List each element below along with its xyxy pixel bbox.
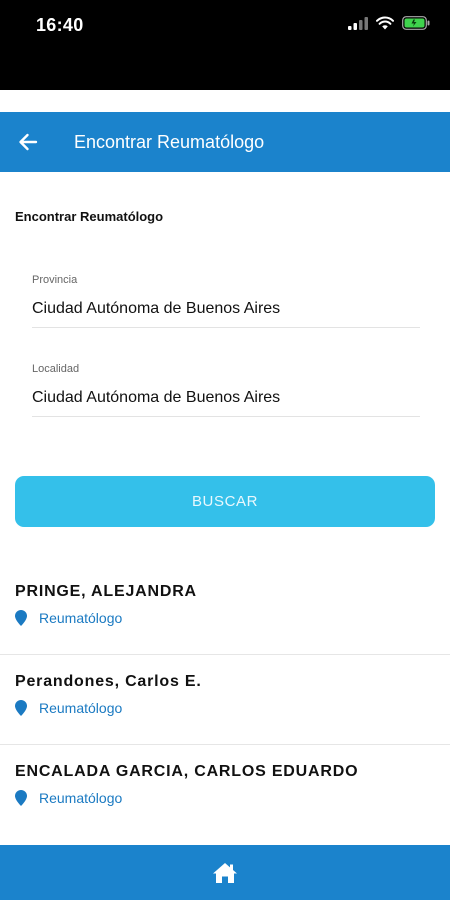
doctor-name: PRINGE, ALEJANDRA xyxy=(15,583,197,600)
localidad-value[interactable]: Ciudad Autónoma de Buenos Aires xyxy=(32,389,420,416)
location-pin-icon xyxy=(15,790,27,806)
home-icon xyxy=(213,862,237,883)
doctor-specialty-row: Reumatólogo xyxy=(15,700,450,716)
results-list: PRINGE, ALEJANDRA Reumatólogo Perandones… xyxy=(0,565,450,835)
status-bar: 16:40 xyxy=(0,0,450,90)
wifi-icon xyxy=(376,16,394,30)
battery-icon xyxy=(402,16,430,30)
home-button[interactable] xyxy=(195,848,255,898)
localidad-field[interactable]: Localidad Ciudad Autónoma de Buenos Aire… xyxy=(32,363,420,417)
doctor-name: Perandones, Carlos E. xyxy=(15,673,202,690)
list-item[interactable]: ENCALADA GARCIA, CARLOS EDUARDO Reumatól… xyxy=(0,745,450,835)
provincia-label: Provincia xyxy=(32,274,78,286)
section-title: Encontrar Reumatólogo xyxy=(15,209,164,224)
provincia-value[interactable]: Ciudad Autónoma de Buenos Aires xyxy=(32,300,420,327)
status-icons xyxy=(348,16,430,30)
page-title: Encontrar Reumatólogo xyxy=(74,131,265,152)
list-item[interactable]: Perandones, Carlos E. Reumatólogo xyxy=(0,655,450,745)
bottom-nav xyxy=(0,845,450,900)
doctor-name: ENCALADA GARCIA, CARLOS EDUARDO xyxy=(15,763,359,780)
localidad-label: Localidad xyxy=(32,363,80,375)
back-button[interactable] xyxy=(0,112,58,172)
doctor-specialty: Reumatólogo xyxy=(39,790,123,806)
list-item[interactable]: PRINGE, ALEJANDRA Reumatólogo xyxy=(0,565,450,655)
signal-icon xyxy=(348,16,368,30)
doctor-specialty: Reumatólogo xyxy=(39,610,123,626)
doctor-specialty: Reumatólogo xyxy=(39,700,123,716)
status-time: 16:40 xyxy=(36,15,84,35)
app-bar: Encontrar Reumatólogo xyxy=(0,112,450,172)
back-arrow-icon xyxy=(19,133,38,151)
doctor-specialty-row: Reumatólogo xyxy=(15,610,450,626)
location-pin-icon xyxy=(15,610,27,626)
top-spacer xyxy=(0,90,450,112)
location-pin-icon xyxy=(15,700,27,716)
search-button[interactable]: BUSCAR xyxy=(15,476,435,527)
doctor-specialty-row: Reumatólogo xyxy=(15,790,450,806)
provincia-field[interactable]: Provincia Ciudad Autónoma de Buenos Aire… xyxy=(32,274,420,328)
